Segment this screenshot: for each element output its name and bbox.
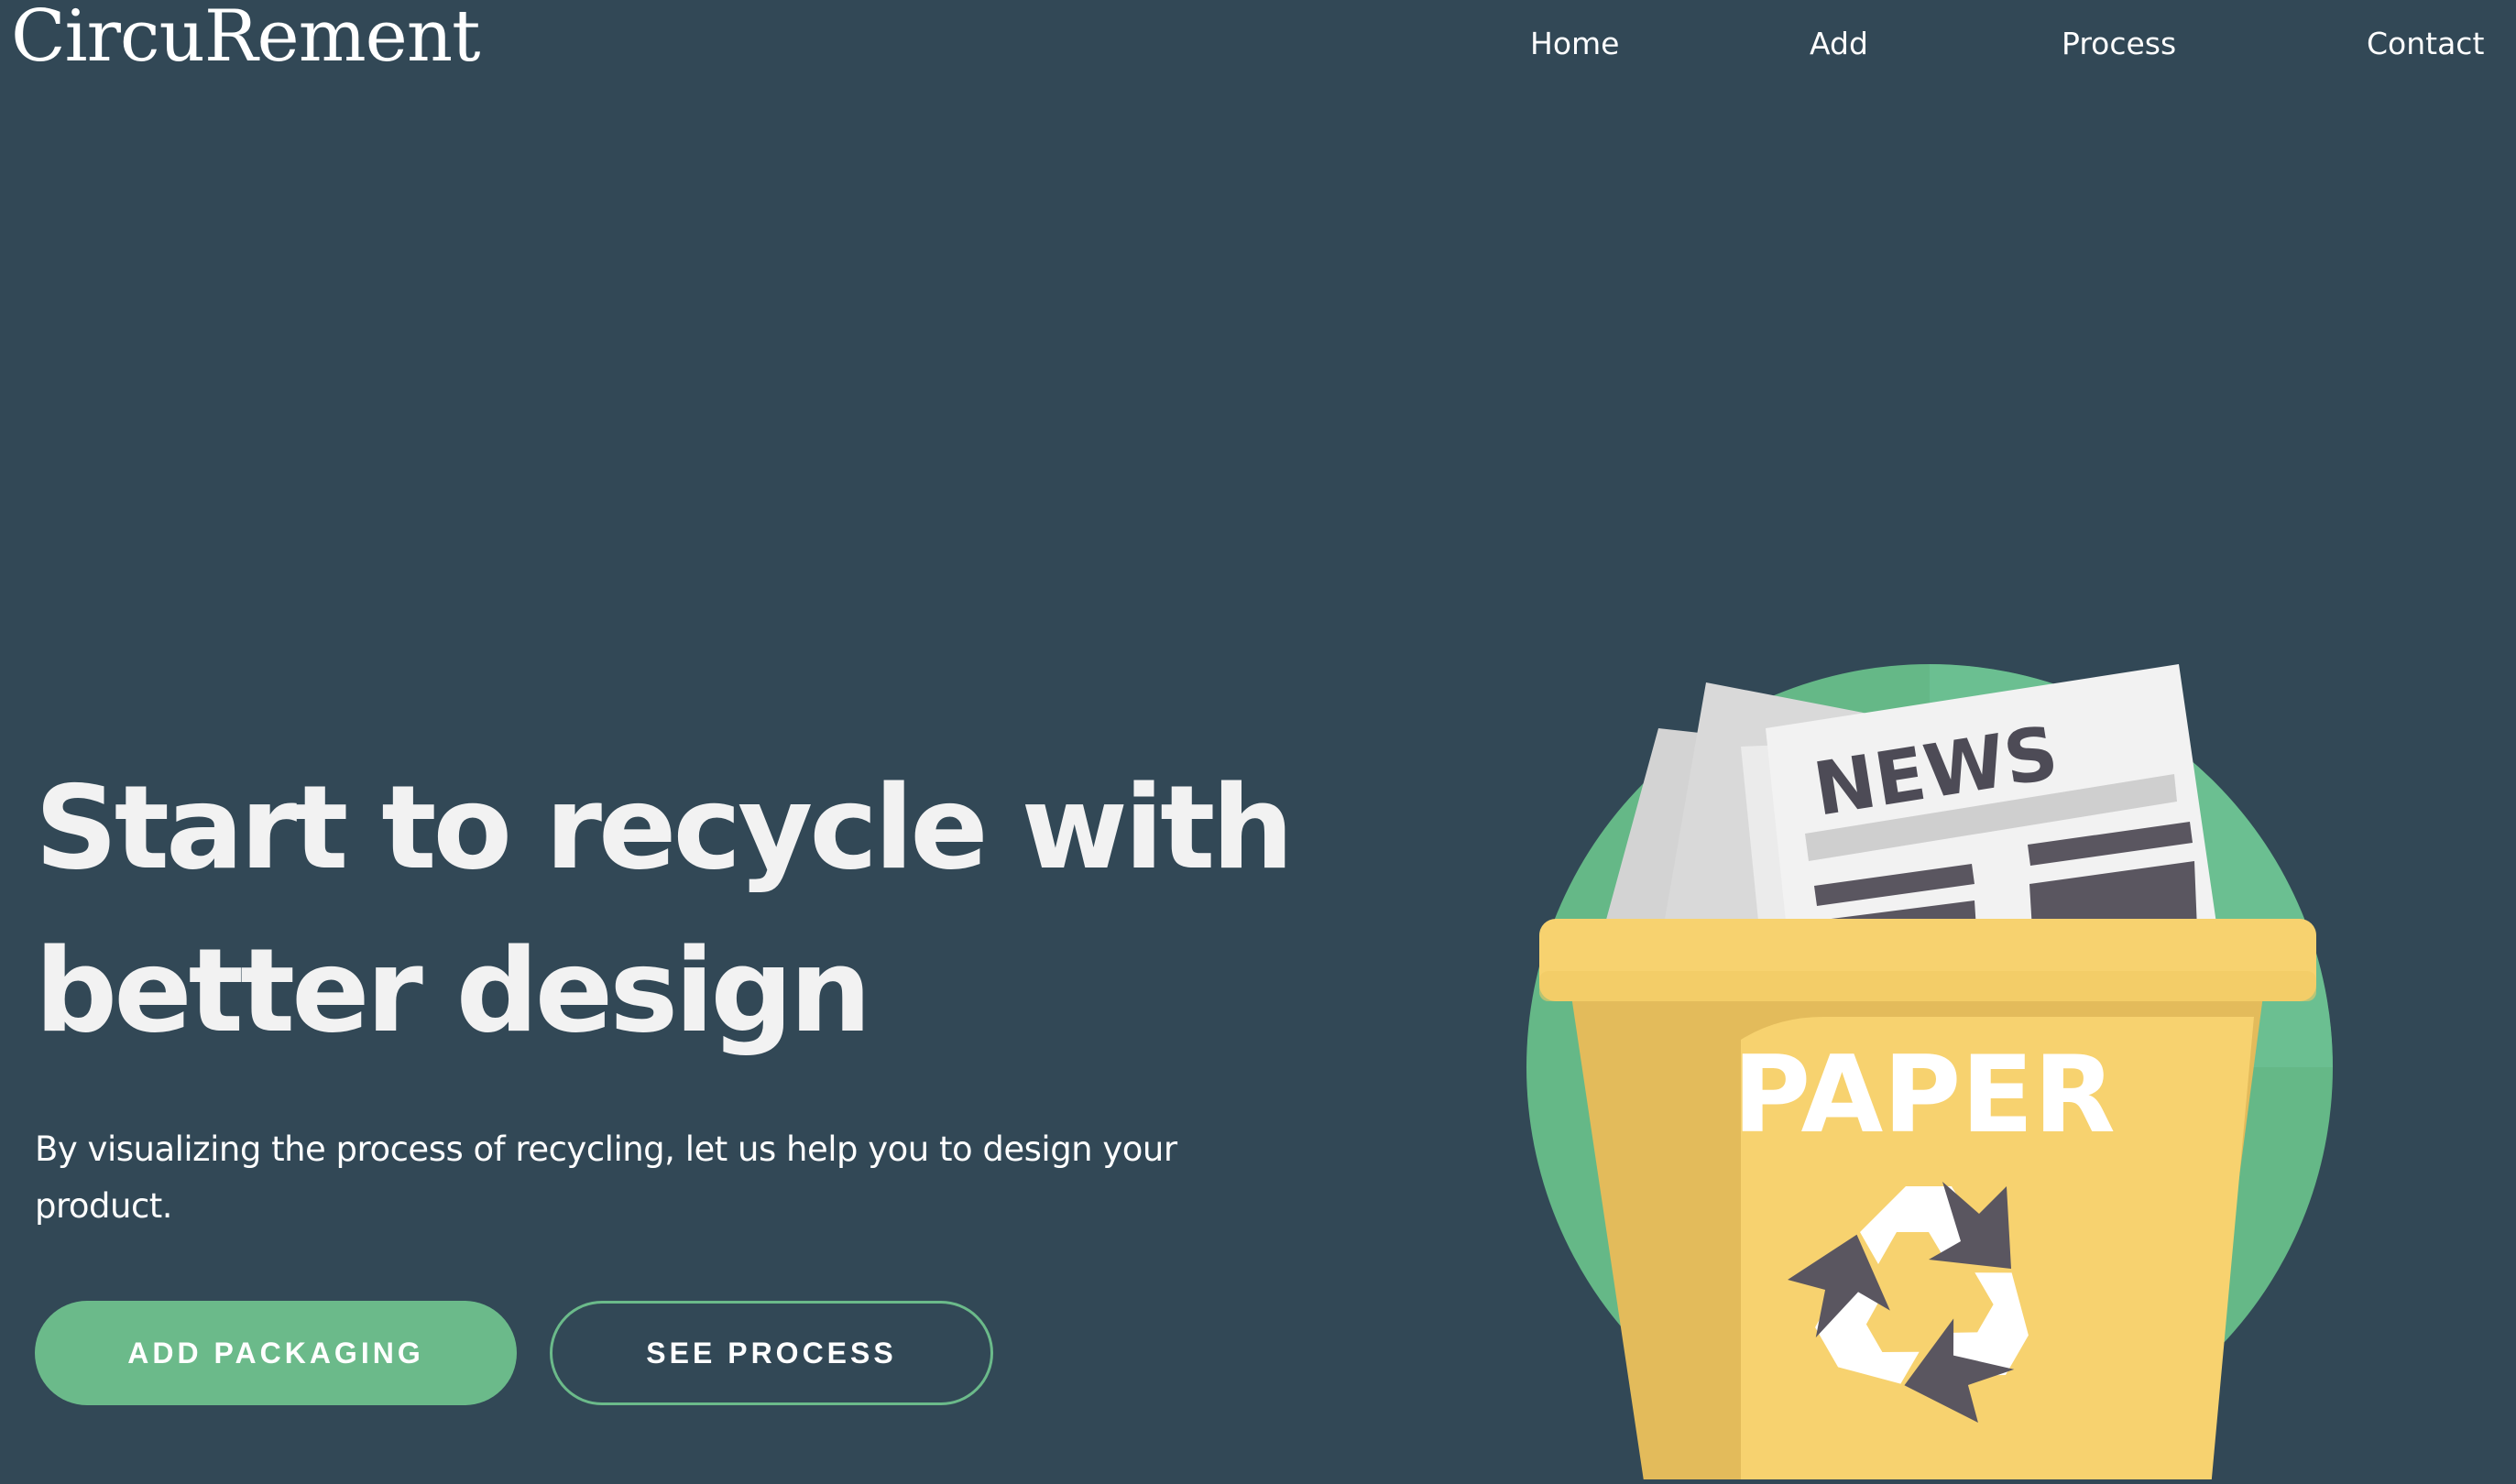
bin-paper-label: PAPER	[1733, 1033, 2116, 1157]
main-nav: Home Add Process Contact	[0, 26, 2516, 62]
nav-link-add[interactable]: Add	[1810, 26, 1868, 62]
nav-link-process[interactable]: Process	[2062, 26, 2176, 62]
hero-title: Start to recycle with better design	[35, 760, 1294, 1058]
newspaper-stack: NEWS	[1603, 664, 2217, 948]
recycling-bin: PAPER	[1539, 919, 2316, 1479]
see-process-button[interactable]: SEE PROCESS	[550, 1301, 993, 1405]
nav-link-contact[interactable]: Contact	[2367, 26, 2484, 62]
nav-link-home[interactable]: Home	[1530, 26, 1619, 62]
hero-subtitle: By visualizing the process of recycling,…	[35, 1129, 1177, 1226]
paper-recycling-bin-illustration: NEWS PAPER	[1526, 664, 2333, 1479]
add-packaging-button[interactable]: ADD PACKAGING	[35, 1301, 517, 1405]
